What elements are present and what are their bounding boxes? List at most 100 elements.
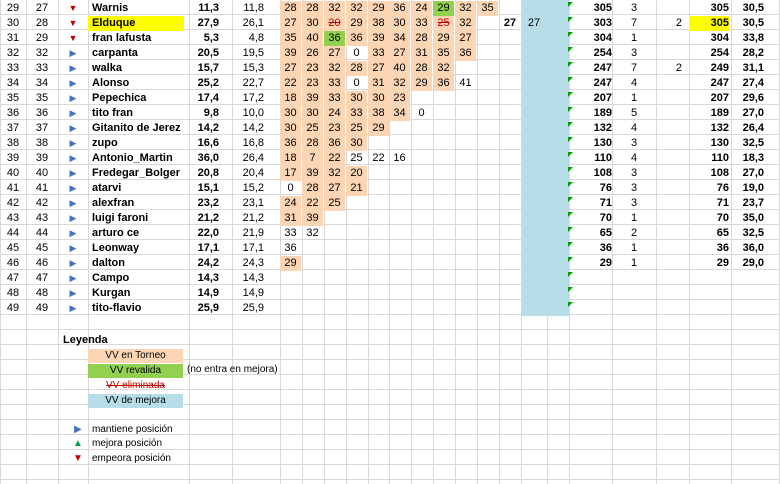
best-total-cell — [689, 286, 729, 301]
player-name[interactable]: zupo — [92, 136, 192, 151]
count-cell: 1 — [630, 212, 638, 224]
player-name[interactable]: Warnis — [92, 1, 192, 16]
total-cell: 108 — [593, 167, 612, 179]
player-name[interactable]: atarvi — [92, 181, 192, 196]
extra-cell — [656, 31, 682, 46]
score-cell: 29 — [411, 76, 432, 91]
average-cell: 19,0 — [742, 182, 764, 194]
score-cell: 36 — [389, 1, 410, 16]
best-total-cell: 132 — [710, 122, 729, 134]
score-cell: 36 — [346, 31, 367, 46]
up-icon: ▲ — [73, 438, 83, 449]
position-cell: 47 — [35, 272, 49, 284]
value-plain: 26,4 — [242, 152, 264, 164]
score-cell: 29 — [280, 256, 301, 271]
score-cell: 31 — [368, 76, 389, 91]
player-name[interactable]: Elduque — [88, 16, 184, 31]
total-cell: 207 — [593, 92, 612, 104]
average-cell: 28,2 — [742, 47, 764, 59]
player-name[interactable]: dalton — [92, 256, 192, 271]
score-cell: 32 — [433, 61, 454, 76]
player-name[interactable]: fran lafusta — [92, 31, 192, 46]
best-total-cell: 130 — [710, 137, 729, 149]
extra-cell — [656, 301, 682, 316]
player-name[interactable]: luigi faroni — [92, 211, 192, 226]
maintain-icon: ▶ — [74, 424, 82, 435]
score-cell: 29 — [433, 1, 454, 16]
total-cell: 130 — [593, 137, 612, 149]
position-cell: 35 — [35, 92, 49, 104]
player-name[interactable]: Campo — [92, 271, 192, 286]
score-cell: 18 — [280, 91, 301, 106]
value-bold: 36,0 — [197, 152, 219, 164]
table-row: 36 36 ▶ tito fran 9,8 10,0 30 30 24 33 38 34 0 189 5 18… — [0, 106, 780, 121]
score-cell: 31 — [280, 211, 301, 226]
player-name[interactable]: walka — [92, 61, 192, 76]
average-cell — [731, 271, 764, 286]
table-row: 39 39 ▶ Antonio_Martin 36,0 26,4 18 7 22 25 22 16 11… — [0, 151, 780, 166]
total-cell: 110 — [594, 152, 612, 164]
maintain-icon: ▶ — [69, 228, 77, 238]
extra-cell — [656, 286, 682, 301]
player-name[interactable]: tito fran — [92, 106, 192, 121]
extra-cell — [656, 151, 682, 166]
best-total-cell: 65 — [716, 227, 729, 239]
player-name[interactable]: Alonso — [92, 76, 192, 91]
maintain-icon: ▶ — [69, 303, 77, 313]
comment-marker — [568, 227, 573, 232]
player-name[interactable]: Antonio_Martin — [92, 151, 192, 166]
score-cell: 27 — [324, 46, 345, 61]
comment-marker — [568, 77, 573, 82]
player-name[interactable]: tito-flavio — [92, 301, 192, 316]
count-cell: 3 — [630, 182, 638, 194]
value-plain: 14,2 — [242, 122, 264, 134]
score-cell: 36 — [455, 46, 476, 61]
maintain-icon: ▶ — [69, 93, 77, 103]
down-icon: ▼ — [68, 33, 78, 43]
extra-cell — [656, 196, 682, 211]
player-name[interactable]: Leonway — [92, 241, 192, 256]
player-name[interactable]: Fredegar_Bolger — [92, 166, 192, 181]
maintain-icon: ▶ — [69, 108, 77, 118]
average-cell: 27,0 — [742, 167, 764, 179]
player-name[interactable]: Pepechica — [92, 91, 192, 106]
player-name[interactable]: carpanta — [92, 46, 192, 61]
row-number: 49 — [6, 302, 20, 314]
table-row: 43 43 ▶ luigi faroni 21,2 21,2 31 39 70 1 70 35,0 — [0, 211, 780, 226]
comment-marker — [568, 182, 573, 187]
maintain-icon: ▶ — [69, 213, 77, 223]
value-bold: 14,3 — [197, 272, 219, 284]
count-cell: 3 — [630, 2, 638, 14]
score-cell: 25 — [350, 152, 363, 164]
table-row: 29 27 ▼ Warnis 11,3 11,8 28 28 32 32 29 36 24 29 32 35 3… — [0, 1, 780, 16]
table-row: 40 40 ▶ Fredegar_Bolger 20,8 20,4 17 39 32 20 108 3… — [0, 166, 780, 181]
average-cell: 27,4 — [742, 77, 764, 89]
best-total-cell: 189 — [710, 107, 729, 119]
total-cell: 132 — [593, 122, 612, 134]
score-cell: 35 — [433, 46, 454, 61]
average-cell: 30,5 — [742, 2, 764, 14]
position-cell: 27 — [35, 2, 49, 14]
value-bold: 24,2 — [197, 257, 219, 269]
total-cell: 71 — [599, 197, 612, 209]
count-cell: 1 — [630, 242, 638, 254]
player-name[interactable]: alexfran — [92, 196, 192, 211]
best-total-cell: 71 — [716, 197, 729, 209]
table-row: 31 29 ▼ fran lafusta 5,3 4,8 35 40 36 36 39 34 28 29 2… — [0, 31, 780, 46]
best-total-cell — [689, 301, 729, 316]
score-cell: 30 — [280, 121, 301, 136]
score-cell: 28 — [411, 31, 432, 46]
player-name[interactable]: Kurgan — [92, 286, 192, 301]
table-row: 42 42 ▶ alexfran 23,2 23,1 24 22 25 71 3 71 23,7 — [0, 196, 780, 211]
legend-not-in-improvement: (no entra en mejora) — [187, 364, 278, 375]
average-cell: 32,5 — [742, 227, 764, 239]
score-cell: 27 — [368, 61, 389, 76]
player-name[interactable]: Gitanito de Jerez — [92, 121, 192, 136]
best-total-cell: 108 — [710, 167, 729, 179]
player-name[interactable]: arturo ce — [92, 226, 192, 241]
score-cell: 32 — [306, 227, 319, 239]
score-cell: 34 — [389, 106, 410, 121]
score-cell: 25 — [433, 16, 454, 31]
total-cell: 29 — [599, 257, 612, 269]
score-cell: 23 — [302, 76, 323, 91]
